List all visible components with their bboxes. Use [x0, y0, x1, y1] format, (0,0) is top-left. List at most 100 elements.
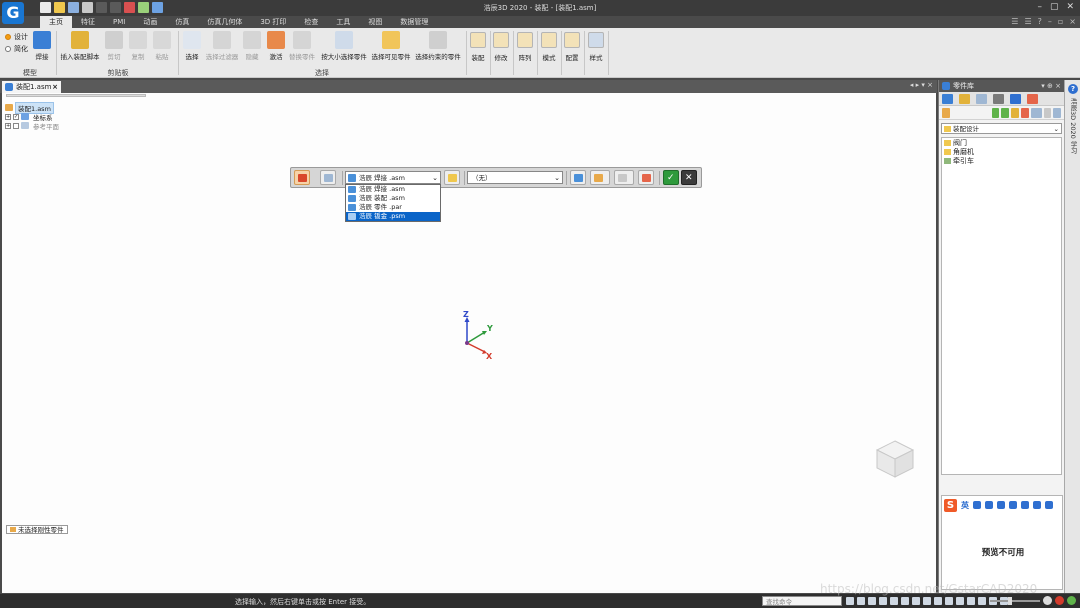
shirt-icon[interactable]: [1033, 501, 1041, 509]
ime-language[interactable]: 英: [961, 500, 969, 511]
select-constrained-button[interactable]: 选择约束的零件: [412, 30, 464, 61]
place-button[interactable]: [570, 170, 586, 185]
pattern-button[interactable]: 模式: [538, 32, 560, 62]
app-logo[interactable]: G: [2, 2, 24, 24]
list-item[interactable]: 牵引车: [942, 157, 1061, 166]
sogou-logo-icon[interactable]: S: [944, 498, 957, 512]
view-mode-icon[interactable]: [1030, 108, 1042, 118]
layers-tab-icon[interactable]: [959, 94, 970, 104]
replace-part-button[interactable]: 替换零件: [284, 30, 320, 61]
config-button[interactable]: 配置: [561, 32, 583, 62]
ribbon-restore-icon[interactable]: ▫: [1058, 17, 1063, 26]
light-icon[interactable]: [978, 597, 986, 605]
help-icon[interactable]: ?: [1038, 17, 1042, 26]
pan-icon[interactable]: [890, 597, 898, 605]
modify-button[interactable]: 修改: [490, 32, 512, 62]
tab-3d-print[interactable]: 3D 打印: [251, 16, 295, 28]
library-category-select[interactable]: 装配设计 ⌄: [941, 123, 1062, 134]
weld-button[interactable]: 焊接: [24, 30, 60, 61]
ribbon-close-icon[interactable]: ×: [1069, 17, 1076, 26]
panel-controls[interactable]: ▾ ⊕ ×: [1041, 80, 1061, 92]
view-cube[interactable]: [873, 437, 917, 481]
document-tab[interactable]: 装配1.asm ×: [2, 81, 61, 93]
template-option-weld[interactable]: 浩辰 焊接 .asm: [346, 185, 440, 194]
section-view-icon[interactable]: [945, 597, 953, 605]
display-button[interactable]: [590, 170, 610, 185]
tab-sim-geometry[interactable]: 仿真几何体: [198, 16, 251, 28]
options-button[interactable]: [320, 170, 336, 185]
tab-data-management[interactable]: 数据管理: [391, 16, 437, 28]
ribbon-minimize-icon[interactable]: –: [1048, 17, 1052, 26]
select-tool-icon[interactable]: [846, 597, 854, 605]
template-option-part[interactable]: 浩辰 零件 .par: [346, 203, 440, 212]
filter-icon[interactable]: [1043, 108, 1052, 118]
tab-scroll-controls[interactable]: ◂ ▸ ▾ ×: [910, 81, 933, 89]
help-icon[interactable]: ?: [1068, 84, 1078, 94]
ribbon-layout-icon[interactable]: ☰: [1024, 17, 1031, 26]
template-select[interactable]: 浩辰 焊接 .asm ⌄: [345, 171, 441, 184]
tree-row-reference-plane[interactable]: + 参考平面: [5, 121, 61, 131]
template-option-assembly[interactable]: 浩辰 装配 .asm: [346, 194, 440, 203]
list-item[interactable]: 角磨机: [942, 148, 1061, 157]
home-icon[interactable]: [942, 108, 950, 118]
zoom-in-icon[interactable]: [1043, 596, 1052, 605]
zoom-icon[interactable]: [857, 597, 865, 605]
tab-simulation[interactable]: 仿真: [166, 16, 198, 28]
tab-home[interactable]: 主页: [40, 16, 72, 28]
render-icon[interactable]: [967, 597, 975, 605]
pick-button[interactable]: [638, 170, 654, 185]
close-tab-icon[interactable]: ×: [52, 81, 58, 93]
cancel-button[interactable]: ✕: [681, 170, 697, 185]
punctuation-icon[interactable]: [973, 501, 981, 509]
up-folder-icon[interactable]: [1011, 108, 1019, 118]
snap-button[interactable]: [614, 170, 634, 185]
forward-arrow-icon[interactable]: [1001, 108, 1010, 118]
search-icon[interactable]: [1053, 108, 1061, 118]
back-arrow-icon[interactable]: [991, 108, 1000, 118]
library-tab-icon[interactable]: [942, 94, 953, 104]
tab-view[interactable]: 视图: [359, 16, 391, 28]
checkbox-checked-icon[interactable]: ✓: [13, 113, 19, 120]
display-icon[interactable]: [956, 597, 964, 605]
zoom-slider[interactable]: [990, 597, 1040, 605]
expand-icon[interactable]: +: [5, 122, 11, 129]
grid-icon[interactable]: [1045, 501, 1053, 509]
ribbon-style-icon[interactable]: ☰: [1011, 17, 1018, 26]
tab-inspect[interactable]: 检查: [295, 16, 327, 28]
color-tab-icon[interactable]: [1027, 94, 1038, 104]
view-orientation-icon[interactable]: [912, 597, 920, 605]
template-option-sheet-metal[interactable]: 浩辰 钣金 .psm: [346, 212, 440, 221]
list-item[interactable]: 阀门: [942, 139, 1061, 148]
zoom-window-icon[interactable]: [868, 597, 876, 605]
side-strip-label[interactable]: 浩辰3D 2020 学习: [1068, 98, 1078, 154]
rotate-icon[interactable]: [901, 597, 909, 605]
close-icon[interactable]: ✕: [1066, 2, 1074, 12]
select-visible-button[interactable]: 选择可见零件: [368, 30, 414, 61]
wireframe-view-icon[interactable]: [934, 597, 942, 605]
tab-pmi[interactable]: PMI: [104, 16, 134, 28]
image-tab-icon[interactable]: [976, 94, 987, 104]
command-search-input[interactable]: 查找命令: [762, 596, 842, 606]
emoji-icon[interactable]: [985, 501, 993, 509]
tab-features[interactable]: 特征: [72, 16, 104, 28]
accept-button[interactable]: ✓: [663, 170, 679, 185]
keyboard-icon[interactable]: [1009, 501, 1017, 509]
expand-icon[interactable]: +: [5, 113, 11, 120]
shaded-view-icon[interactable]: [923, 597, 931, 605]
new-from-template-button[interactable]: [294, 170, 310, 185]
minimize-icon[interactable]: –: [1037, 2, 1042, 12]
stop-icon[interactable]: [1055, 596, 1064, 605]
browse-folder-button[interactable]: [444, 170, 460, 185]
secondary-select[interactable]: （无） ⌄: [467, 171, 563, 184]
people-tab-icon[interactable]: [993, 94, 1004, 104]
assemble-button[interactable]: 装配: [467, 32, 489, 62]
array-button[interactable]: 阵列: [514, 32, 536, 62]
new-folder-icon[interactable]: [1020, 108, 1029, 118]
help-tab-icon[interactable]: [1010, 94, 1021, 104]
checkbox-icon[interactable]: [13, 122, 19, 129]
fit-icon[interactable]: [879, 597, 887, 605]
style-button[interactable]: 样式: [585, 32, 607, 62]
select-by-size-button[interactable]: 按大小选择零件: [318, 30, 370, 61]
slider-thumb[interactable]: [1008, 597, 1012, 605]
tab-animation[interactable]: 动画: [134, 16, 166, 28]
